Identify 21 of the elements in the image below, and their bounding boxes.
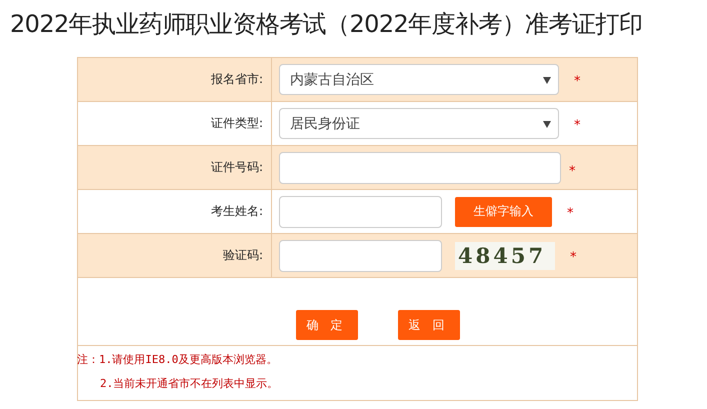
- field-label: 证件号码:: [210, 159, 263, 176]
- field-label: 报名省市:: [210, 71, 263, 88]
- dropdown-caret-icon: [543, 121, 551, 128]
- input-field[interactable]: [279, 240, 442, 272]
- required-mark: *: [574, 73, 580, 89]
- dropdown-caret-icon: [543, 77, 551, 84]
- field-label: 考生姓名:: [210, 203, 263, 220]
- required-mark: *: [570, 249, 576, 265]
- captcha-image[interactable]: 48457: [455, 242, 555, 270]
- page-title: 2022年执业药师职业资格考试（2022年度补考）准考证打印: [9, 9, 644, 40]
- required-mark: *: [574, 117, 580, 133]
- note-text: 2.当前未开通省市不在列表中显示。: [100, 376, 280, 392]
- select-field[interactable]: 居民身份证: [279, 108, 559, 139]
- field-label: 验证码:: [222, 247, 263, 264]
- input-field[interactable]: [279, 196, 442, 228]
- input-field[interactable]: [279, 152, 561, 184]
- select-field[interactable]: 内蒙古自治区: [279, 64, 559, 95]
- note-text: 注：1.请使用IE8.0及更高版本浏览器。: [77, 352, 278, 368]
- field-label: 证件类型:: [210, 115, 263, 132]
- required-mark: *: [567, 205, 574, 221]
- required-mark: *: [569, 163, 576, 179]
